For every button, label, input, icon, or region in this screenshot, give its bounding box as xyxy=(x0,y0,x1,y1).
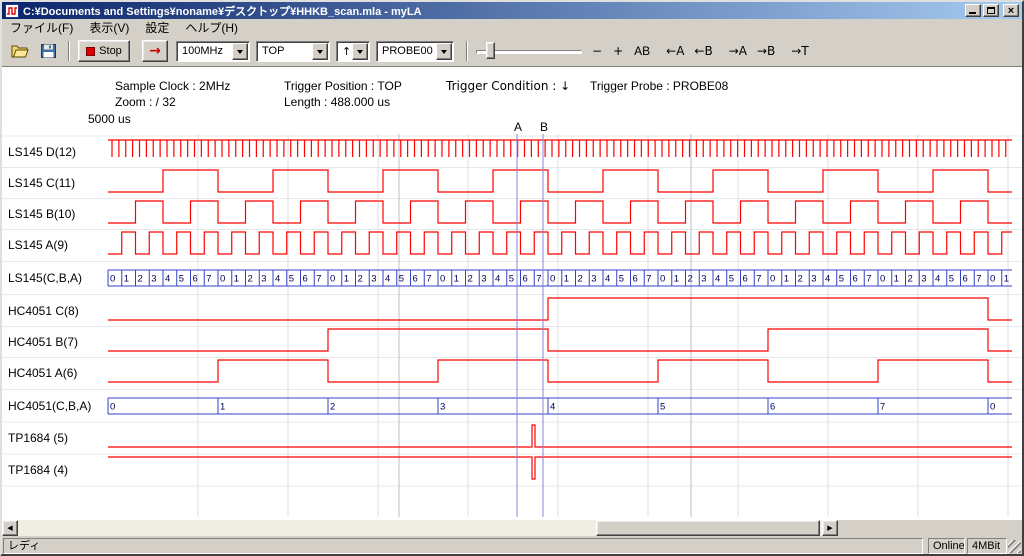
goto-trigger-button[interactable]: →T xyxy=(787,41,812,61)
goto-cursor-b-button[interactable]: ←B xyxy=(690,41,716,61)
run-arrow-icon: → xyxy=(149,43,161,59)
folder-open-icon xyxy=(11,44,29,58)
status-message: レディ xyxy=(3,538,923,554)
sample-rate-value: 100MHz xyxy=(182,45,223,57)
zoom-slider[interactable] xyxy=(476,41,582,61)
next-cursor-b-button[interactable]: →B xyxy=(753,41,779,61)
trigger-probe-combo[interactable]: PROBE00 xyxy=(376,41,454,62)
cursor-a-label[interactable]: A xyxy=(510,120,526,134)
status-bar: レディ Online 4MBit xyxy=(2,538,1022,554)
trigger-position-combo[interactable]: TOP xyxy=(256,41,330,62)
menu-file[interactable]: ファイル(F) xyxy=(2,18,81,37)
chevron-down-icon[interactable] xyxy=(352,43,368,60)
ab-range-button[interactable]: AB xyxy=(630,41,654,61)
maximize-button[interactable] xyxy=(983,4,999,17)
length-info: Length : 488.000 us xyxy=(284,95,390,109)
stop-icon xyxy=(86,47,95,56)
save-button[interactable] xyxy=(36,40,60,62)
window-title: C:¥Documents and Settings¥noname¥デスクトップ¥… xyxy=(23,3,963,19)
next-cursor-a-button[interactable]: →A xyxy=(725,41,751,61)
trigger-probe-value: PROBE00 xyxy=(382,45,433,57)
chevron-down-icon[interactable] xyxy=(232,43,248,60)
arrow-right-icon: ▶ xyxy=(827,524,832,532)
trigger-position-info: Trigger Position : TOP xyxy=(284,79,402,93)
arrow-left-icon: ◀ xyxy=(7,524,12,532)
run-button[interactable]: → xyxy=(142,40,168,62)
trigger-edge-combo[interactable]: ↑ xyxy=(336,41,370,62)
close-button[interactable]: × xyxy=(1003,4,1019,17)
zoom-slider-handle[interactable] xyxy=(486,42,495,59)
app-icon[interactable] xyxy=(5,4,19,18)
trigger-position-value: TOP xyxy=(262,45,284,57)
zoom-in-button[interactable]: + xyxy=(609,41,627,61)
scroll-right-button[interactable]: ▶ xyxy=(822,520,838,536)
sample-clock-info: Sample Clock : 2MHz xyxy=(115,79,230,93)
chevron-down-icon[interactable] xyxy=(312,43,328,60)
toolbar-separator xyxy=(466,41,468,61)
trigger-probe-info: Trigger Probe : PROBE08 xyxy=(590,79,728,93)
floppy-icon xyxy=(41,44,56,58)
minimize-icon xyxy=(969,12,976,14)
stop-button[interactable]: Stop xyxy=(78,40,130,62)
waveform-client-area xyxy=(2,67,1022,520)
open-file-button[interactable] xyxy=(8,40,32,62)
chevron-down-icon[interactable] xyxy=(436,43,452,60)
menu-help[interactable]: ヘルプ(H) xyxy=(177,18,246,37)
menu-view[interactable]: 表示(V) xyxy=(81,18,137,37)
toolbar: Stop → 100MHz TOP ↑ PROBE00 − + AB ←A ←B… xyxy=(2,36,1022,67)
zoom-out-button[interactable]: − xyxy=(588,41,606,61)
resize-grip[interactable] xyxy=(1008,540,1021,553)
memory-size-badge: 4MBit xyxy=(967,538,1007,554)
scroll-left-button[interactable]: ◀ xyxy=(2,520,18,536)
sample-rate-combo[interactable]: 100MHz xyxy=(176,41,250,62)
minimize-button[interactable] xyxy=(965,4,981,17)
scrollbar-thumb[interactable] xyxy=(596,520,820,536)
trigger-edge-value: ↑ xyxy=(342,45,351,58)
trigger-condition-info: Trigger Condition : ↓ xyxy=(446,79,570,93)
timebase-label: 5000 us xyxy=(88,112,131,126)
menu-bar: ファイル(F) 表示(V) 設定 ヘルプ(H) xyxy=(2,19,1022,36)
close-icon: × xyxy=(1008,6,1014,16)
goto-cursor-a-button[interactable]: ←A xyxy=(662,41,688,61)
title-bar: C:¥Documents and Settings¥noname¥デスクトップ¥… xyxy=(2,2,1022,19)
menu-settings[interactable]: 設定 xyxy=(137,18,177,37)
myla-window: { "window": { "title": "C:¥Documents and… xyxy=(0,0,1024,556)
horizontal-scrollbar[interactable]: ◀ ▶ xyxy=(2,520,838,536)
toolbar-separator xyxy=(68,41,70,61)
zoom-info: Zoom : / 32 xyxy=(115,95,176,109)
stop-label: Stop xyxy=(99,45,122,57)
cursor-b-label[interactable]: B xyxy=(536,120,552,134)
maximize-icon xyxy=(987,7,995,14)
online-status-badge: Online xyxy=(928,538,965,554)
